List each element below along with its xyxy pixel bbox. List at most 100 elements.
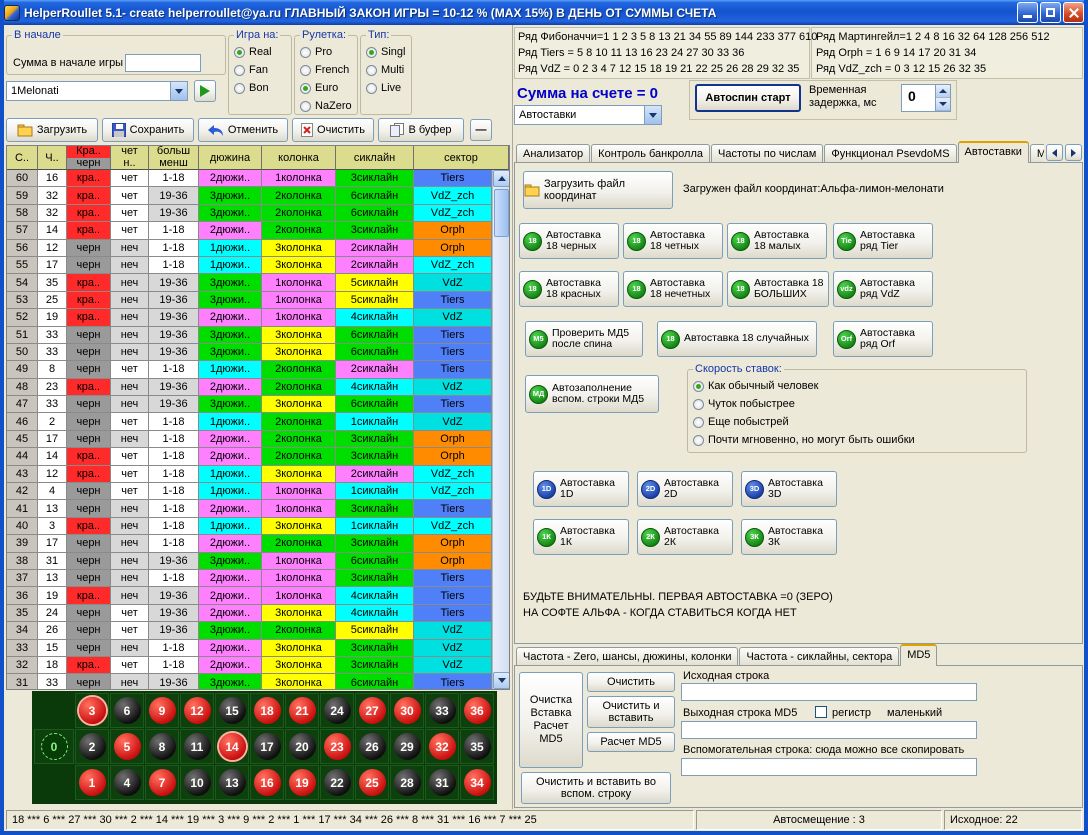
aux-string-input[interactable] [681, 758, 977, 776]
delay-spinner[interactable]: 0 [901, 84, 951, 112]
board-number-4[interactable]: 4 [110, 765, 144, 800]
board-number-28[interactable]: 28 [390, 765, 424, 800]
board-number-6[interactable]: 6 [110, 693, 144, 728]
board-number-24[interactable]: 24 [320, 693, 354, 728]
source-string-input[interactable] [681, 683, 977, 701]
table-row[interactable]: 3713черннеч1-182дюжи..1колонка3сиклайнTi… [7, 570, 492, 587]
minimize-button[interactable] [1017, 2, 1038, 23]
board-number-34[interactable]: 34 [460, 765, 494, 800]
table-row[interactable]: 3619кра..неч19-362дюжи..1колонка4сиклайн… [7, 587, 492, 604]
table-row[interactable]: 4733черннеч19-363дюжи..3колонка6сиклайнT… [7, 396, 492, 413]
table-row[interactable]: 5133черннеч19-363дюжи..3колонка6сиклайнT… [7, 327, 492, 344]
scroll-thumb[interactable] [494, 189, 509, 237]
board-number-32[interactable]: 32 [425, 729, 459, 764]
autobet-1d-button[interactable]: 1D Автоставка 1D [533, 471, 629, 507]
table-row[interactable]: 5932кра..чет19-363дюжи..2колонка6сиклайн… [7, 187, 492, 204]
tab-Контроль банкролла[interactable]: Контроль банкролла [591, 144, 710, 163]
close-button[interactable] [1063, 2, 1084, 23]
load-button[interactable]: Загрузить [6, 118, 98, 142]
board-number-2[interactable]: 2 [75, 729, 109, 764]
tab-Частоты по числам[interactable]: Частоты по числам [711, 144, 823, 163]
autobet-18-red-button[interactable]: 18 Автоставка 18 красных [519, 271, 619, 307]
board-number-23[interactable]: 23 [320, 729, 354, 764]
autobet-18-black-button[interactable]: 18 Автоставка 18 черных [519, 223, 619, 259]
radio-Euro[interactable]: Euro [300, 79, 352, 97]
radio-Чуток побыстрее[interactable]: Чуток побыстрее [693, 395, 1021, 413]
table-row[interactable]: 4823кра..неч19-362дюжи..2колонка4сиклайн… [7, 379, 492, 396]
board-number-16[interactable]: 16 [250, 765, 284, 800]
table-row[interactable]: 5714кра..чет1-182дюжи..2колонка3сиклайнO… [7, 222, 492, 239]
table-row[interactable]: 5612черннеч1-181дюжи..3колонка2сиклайнOr… [7, 240, 492, 257]
autobet-18-low-button[interactable]: 18 Автоставка 18 малых [727, 223, 827, 259]
radio-Pro[interactable]: Pro [300, 43, 352, 61]
autobet-18-random-button[interactable]: 18 Автоставка 18 случайных [657, 321, 817, 357]
table-row[interactable]: 4113черннеч1-182дюжи..1колонка3сиклайнTi… [7, 500, 492, 517]
board-number-0[interactable]: 0 [34, 729, 74, 764]
check-md5-button[interactable]: М5 Проверить МД5 после спина [525, 321, 643, 357]
board-number-7[interactable]: 7 [145, 765, 179, 800]
register-checkbox[interactable] [815, 706, 827, 718]
board-number-20[interactable]: 20 [285, 729, 319, 764]
table-row[interactable]: 6016кра..чет1-182дюжи..1колонка3сиклайнT… [7, 170, 492, 187]
board-number-30[interactable]: 30 [390, 693, 424, 728]
preset-combobox[interactable]: 1Melonati [6, 81, 188, 101]
md5-big-label-button[interactable]: Очистка Вставка Расчет MD5 [519, 672, 583, 768]
autobet-18-odd-button[interactable]: 18 Автоставка 18 нечетных [623, 271, 723, 307]
tabs-scroll-right-icon[interactable] [1065, 144, 1082, 161]
board-number-10[interactable]: 10 [180, 765, 214, 800]
table-row[interactable]: 3218кра..чет1-182дюжи..3колонка3сиклайнV… [7, 657, 492, 674]
start-sum-input[interactable] [125, 54, 201, 72]
table-row[interactable]: 5435кра..неч19-363дюжи..1колонка5сиклайн… [7, 274, 492, 291]
scroll-up-icon[interactable] [493, 170, 510, 187]
tabs-scroll-left-icon[interactable] [1046, 144, 1063, 161]
md5-clear-paste-button[interactable]: Очистить и вставить [587, 696, 675, 728]
autobet-18-even-button[interactable]: 18 Автоставка 18 четных [623, 223, 723, 259]
board-number-11[interactable]: 11 [180, 729, 214, 764]
table-row[interactable]: 5219кра..неч19-362дюжи..1колонка4сиклайн… [7, 309, 492, 326]
spinner-up-button[interactable] [936, 85, 950, 98]
tab-Частота - сиклайны, сектора[interactable]: Частота - сиклайны, сектора [739, 647, 899, 666]
md5-calc-button[interactable]: Расчет MD5 [587, 732, 675, 752]
radio-French[interactable]: French [300, 61, 352, 79]
radio-Как обычный человек[interactable]: Как обычный человек [693, 377, 1021, 395]
tab-MD5[interactable]: MD5 [900, 644, 937, 666]
autofill-md5-button[interactable]: МД Автозаполнение вспом. строки МД5 [525, 375, 659, 413]
tab-Частота - Zero, шансы, дюжины, колонки[interactable]: Частота - Zero, шансы, дюжины, колонки [516, 647, 738, 666]
autobet-2k-button[interactable]: 2К Автоставка 2К [637, 519, 733, 555]
autospin-start-button[interactable]: Автоспин старт [695, 84, 801, 112]
to-buffer-button[interactable]: В буфер [378, 118, 464, 142]
board-number-13[interactable]: 13 [215, 765, 249, 800]
table-row[interactable]: 5517черннеч1-181дюжи..3колонка2сиклайнVd… [7, 257, 492, 274]
autobet-2d-button[interactable]: 2D Автоставка 2D [637, 471, 733, 507]
title-bar[interactable]: HelperRoullet 5.1- create helperroullet@… [0, 0, 1088, 25]
board-number-12[interactable]: 12 [180, 693, 214, 728]
table-row[interactable]: 5033черннеч19-363дюжи..3колонка6сиклайнT… [7, 344, 492, 361]
load-coords-button[interactable]: Загрузить файл координат [523, 171, 673, 209]
board-number-5[interactable]: 5 [110, 729, 144, 764]
table-row[interactable]: 4517черннеч1-182дюжи..2колонка3сиклайнOr… [7, 431, 492, 448]
scroll-down-icon[interactable] [493, 672, 510, 689]
autobets-combobox[interactable]: Автоставки [514, 105, 662, 125]
board-number-33[interactable]: 33 [425, 693, 459, 728]
table-row[interactable]: 3133черннеч19-363дюжи..3колонка6сиклайнT… [7, 674, 492, 689]
board-number-21[interactable]: 21 [285, 693, 319, 728]
table-row[interactable]: 3524чернчет19-362дюжи..3колонка4сиклайнT… [7, 605, 492, 622]
spinner-down-button[interactable] [936, 98, 950, 111]
table-row[interactable]: 462чернчет1-181дюжи..2колонка1сиклайнVdZ [7, 413, 492, 430]
radio-Real[interactable]: Real [234, 43, 286, 61]
radio-Bon[interactable]: Bon [234, 79, 286, 97]
table-scrollbar[interactable] [492, 170, 509, 689]
board-number-8[interactable]: 8 [145, 729, 179, 764]
tab-Функционал PsevdoMS[interactable]: Функционал PsevdoMS [824, 144, 956, 163]
autobet-row-vdz-button[interactable]: vdz Автоставка ряд VdZ [833, 271, 933, 307]
autobets-dropdown-icon[interactable] [644, 106, 661, 124]
radio-Multi[interactable]: Multi [366, 61, 406, 79]
radio-Еще побыстрей[interactable]: Еще побыстрей [693, 413, 1021, 431]
board-number-26[interactable]: 26 [355, 729, 389, 764]
board-number-27[interactable]: 27 [355, 693, 389, 728]
md5-clear-button[interactable]: Очистить [587, 672, 675, 692]
board-number-19[interactable]: 19 [285, 765, 319, 800]
table-row[interactable]: 5325кра..неч19-363дюжи..1колонка5сиклайн… [7, 292, 492, 309]
board-number-25[interactable]: 25 [355, 765, 389, 800]
tab-MD5[interactable]: MD5 [1030, 144, 1044, 163]
